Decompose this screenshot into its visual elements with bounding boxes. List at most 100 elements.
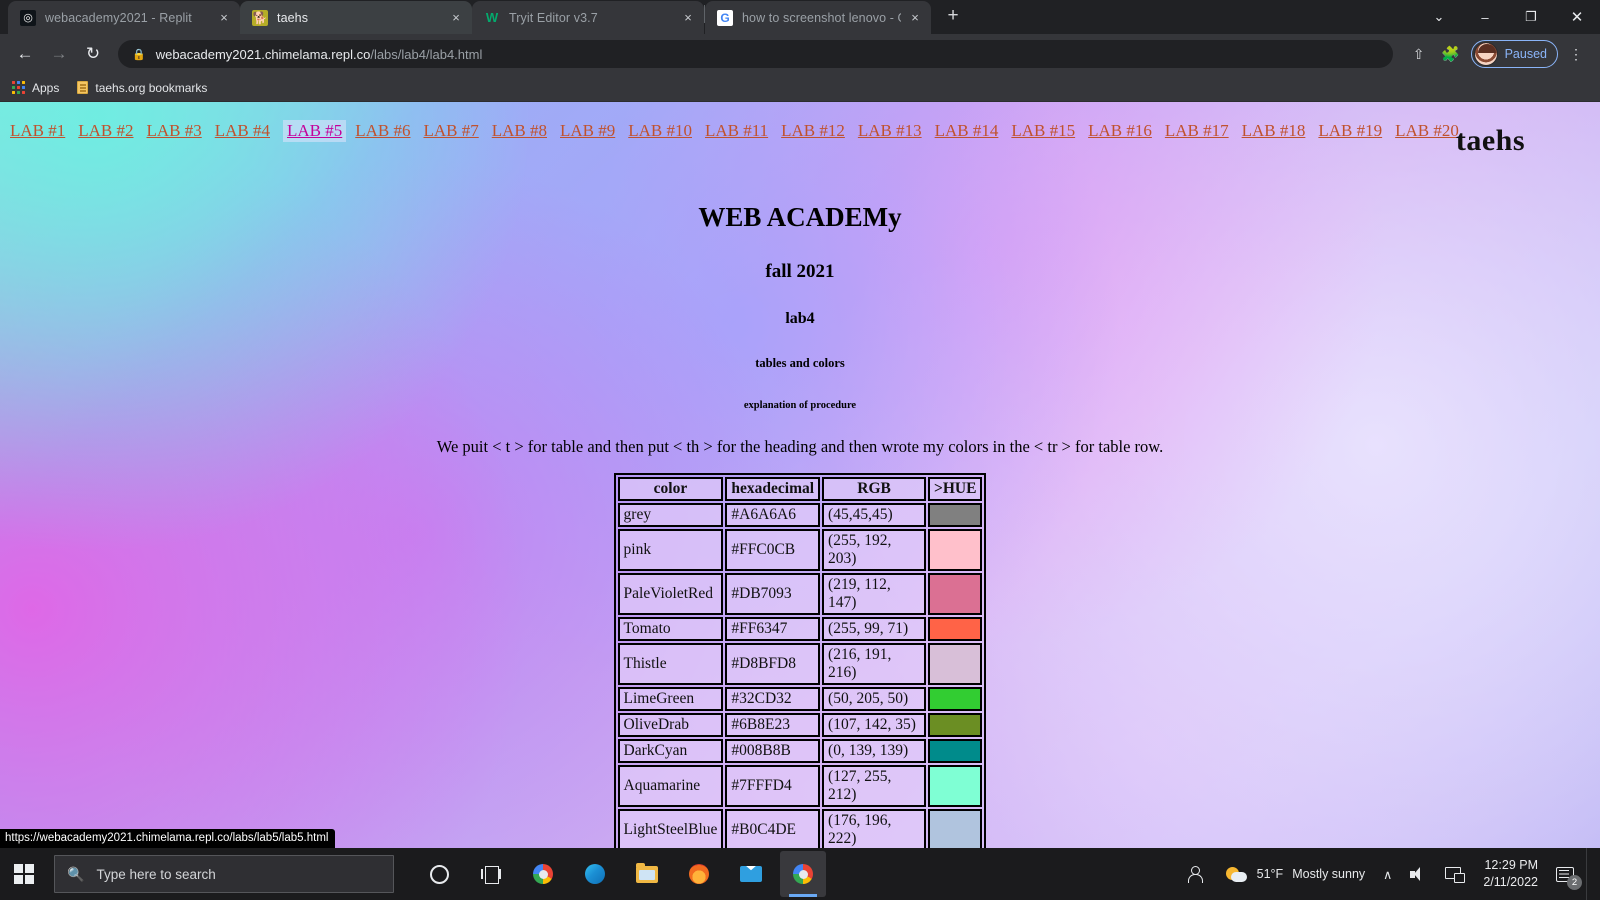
profile-label: Paused bbox=[1504, 47, 1547, 61]
back-icon[interactable]: ← bbox=[10, 39, 40, 69]
reload-icon[interactable]: ↻ bbox=[78, 39, 108, 69]
cell-hexadecimal: #DB7093 bbox=[725, 573, 821, 615]
avatar bbox=[1473, 42, 1498, 66]
lab-link-6[interactable]: LAB #6 bbox=[355, 121, 410, 141]
cell-hexadecimal: #008B8B bbox=[725, 739, 821, 763]
extensions-icon[interactable]: 🧩 bbox=[1437, 40, 1465, 68]
cell-rgb: (255, 192, 203) bbox=[822, 529, 927, 571]
lab-link-7[interactable]: LAB #7 bbox=[424, 121, 479, 141]
tab-title: how to screenshot lenovo - Goog bbox=[742, 10, 901, 25]
table-row: LimeGreen #32CD32 (50, 205, 50) bbox=[617, 687, 983, 711]
weather-widget[interactable]: 51°F Mostly sunny bbox=[1217, 848, 1375, 900]
window-controls: ⌄ – ❐ ✕ bbox=[1416, 0, 1600, 34]
lab-link-17[interactable]: LAB #17 bbox=[1165, 121, 1229, 141]
tab-search-icon[interactable]: ⌄ bbox=[1416, 0, 1462, 34]
lab-link-14[interactable]: LAB #14 bbox=[935, 121, 999, 141]
lab-link-11[interactable]: LAB #11 bbox=[705, 121, 768, 141]
people-icon[interactable] bbox=[1179, 848, 1217, 900]
replit-icon: ◎ bbox=[20, 9, 36, 26]
th-hue: >HUE bbox=[928, 477, 983, 501]
lab-link-20[interactable]: LAB #20 bbox=[1395, 121, 1459, 141]
browser-tab-1[interactable]: ◎ webacademy2021 - Replit × bbox=[8, 1, 240, 34]
network-icon[interactable] bbox=[1436, 848, 1473, 900]
taskbar-search-input[interactable]: 🔍 Type here to search bbox=[54, 855, 394, 893]
cell-rgb: (127, 255, 212) bbox=[822, 765, 927, 807]
lab-link-5[interactable]: LAB #5 bbox=[283, 120, 347, 142]
lab-link-13[interactable]: LAB #13 bbox=[858, 121, 922, 141]
lab-navigation: LAB #1 LAB #2 LAB #3 LAB #4 LAB #5 LAB #6 LAB … bbox=[0, 102, 1600, 142]
cell-hexadecimal: #D8BFD8 bbox=[725, 643, 821, 685]
close-icon[interactable]: × bbox=[680, 10, 696, 26]
close-icon[interactable]: × bbox=[216, 10, 232, 26]
lab-link-19[interactable]: LAB #19 bbox=[1318, 121, 1382, 141]
browser-menu-icon[interactable]: ⋮ bbox=[1562, 40, 1590, 68]
lab-link-18[interactable]: LAB #18 bbox=[1242, 121, 1306, 141]
new-tab-button[interactable]: + bbox=[939, 3, 967, 31]
browser-toolbar: ← → ↻ 🔒 webacademy2021.chimelama.repl.co… bbox=[0, 34, 1600, 74]
lab-link-12[interactable]: LAB #12 bbox=[781, 121, 845, 141]
notifications-button[interactable]: 2 bbox=[1548, 848, 1586, 900]
clock-date: 2/11/2022 bbox=[1483, 875, 1538, 889]
weather-description: Mostly sunny bbox=[1292, 867, 1366, 881]
lab-link-8[interactable]: LAB #8 bbox=[492, 121, 547, 141]
volume-icon[interactable] bbox=[1401, 848, 1436, 900]
bookmark-label: Apps bbox=[32, 80, 60, 95]
lab-link-3[interactable]: LAB #3 bbox=[147, 121, 202, 141]
cell-hue-swatch bbox=[928, 643, 983, 685]
procedure-label: explanation of procedure bbox=[743, 400, 857, 411]
lab-link-2[interactable]: LAB #2 bbox=[78, 121, 133, 141]
share-icon[interactable]: ⇧ bbox=[1405, 40, 1433, 68]
weather-temperature: 51°F bbox=[1256, 867, 1284, 881]
site-brand: taehs bbox=[1455, 124, 1525, 157]
address-bar[interactable]: 🔒 webacademy2021.chimelama.repl.co/labs/… bbox=[118, 40, 1393, 68]
chrome-icon[interactable] bbox=[520, 851, 566, 897]
table-row: LightSteelBlue #B0C4DE (176, 196, 222) bbox=[617, 809, 983, 848]
url-domain: webacademy2021.chimelama.repl.co bbox=[155, 46, 371, 62]
taskbar-clock[interactable]: 12:29 PM 2/11/2022 bbox=[1473, 857, 1548, 891]
taehs-icon: 🐕 bbox=[252, 9, 268, 26]
edge-icon[interactable] bbox=[572, 851, 618, 897]
browser-tab-4[interactable]: G how to screenshot lenovo - Goog × bbox=[705, 1, 931, 34]
colors-table-body: grey #A6A6A6 (45,45,45) pink #FFC0CB (255, 19… bbox=[617, 503, 983, 848]
mail-icon[interactable] bbox=[728, 851, 774, 897]
start-button[interactable] bbox=[0, 848, 48, 900]
browser-window: ◎ webacademy2021 - Replit × 🐕 taehs × W … bbox=[0, 0, 1600, 848]
bookmark-apps[interactable]: Apps bbox=[12, 81, 59, 95]
maximize-button[interactable]: ❐ bbox=[1508, 0, 1554, 34]
browser-tab-3[interactable]: W Tryit Editor v3.7 × bbox=[472, 1, 704, 34]
profile-button[interactable]: Paused bbox=[1470, 40, 1558, 68]
cell-hue-swatch bbox=[928, 687, 983, 711]
cell-hexadecimal: #FF6347 bbox=[725, 617, 821, 641]
lab-link-1[interactable]: LAB #1 bbox=[10, 121, 65, 141]
lab-link-4[interactable]: LAB #4 bbox=[215, 121, 270, 141]
cell-hue-swatch bbox=[928, 765, 983, 807]
browser-tab-2[interactable]: 🐕 taehs × bbox=[240, 1, 472, 34]
cell-hexadecimal: #FFC0CB bbox=[725, 529, 821, 571]
table-row: Thistle #D8BFD8 (216, 191, 216) bbox=[617, 643, 983, 685]
cell-color-name: LimeGreen bbox=[617, 687, 724, 711]
cell-hexadecimal: #B0C4DE bbox=[725, 809, 821, 848]
cortana-icon[interactable] bbox=[416, 851, 462, 897]
page-subtitle: fall 2021 bbox=[765, 261, 835, 282]
chrome-active-icon[interactable] bbox=[780, 851, 826, 897]
chevron-up-icon[interactable]: ∧ bbox=[1374, 848, 1401, 900]
show-desktop-button[interactable] bbox=[1586, 848, 1594, 900]
close-icon[interactable]: × bbox=[448, 10, 464, 26]
cell-color-name: PaleVioletRed bbox=[617, 573, 724, 615]
close-window-button[interactable]: ✕ bbox=[1554, 0, 1600, 34]
lab-link-9[interactable]: LAB #9 bbox=[560, 121, 615, 141]
w3schools-icon: W bbox=[485, 10, 499, 25]
forward-icon[interactable]: → bbox=[44, 39, 74, 69]
lab-link-10[interactable]: LAB #10 bbox=[628, 121, 692, 141]
file-explorer-icon[interactable] bbox=[624, 851, 670, 897]
cell-hexadecimal: #6B8E23 bbox=[725, 713, 821, 737]
bookmark-taehs[interactable]: taehs.org bookmarks bbox=[77, 81, 207, 95]
close-icon[interactable]: × bbox=[907, 10, 923, 26]
lab-link-16[interactable]: LAB #16 bbox=[1088, 121, 1152, 141]
minimize-button[interactable]: – bbox=[1462, 0, 1508, 34]
firefox-icon[interactable] bbox=[676, 851, 722, 897]
task-view-icon[interactable] bbox=[468, 851, 514, 897]
cell-hexadecimal: #A6A6A6 bbox=[725, 503, 821, 527]
lab-link-15[interactable]: LAB #15 bbox=[1011, 121, 1075, 141]
bookmarks-bar: Apps taehs.org bookmarks bbox=[0, 74, 1600, 102]
